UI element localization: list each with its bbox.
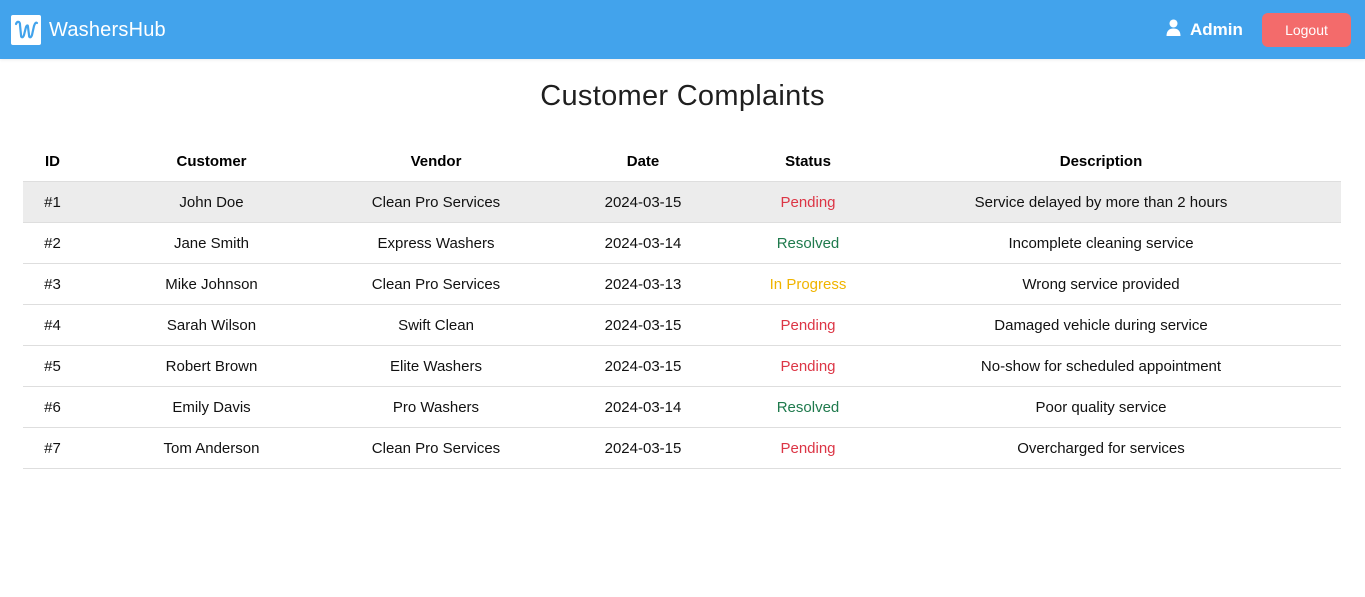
column-header-customer[interactable]: Customer [82,141,341,182]
cell-id: #7 [23,427,82,469]
cell-description: Damaged vehicle during service [861,304,1341,346]
cell-customer: John Doe [82,181,341,223]
table-header-row: ID Customer Vendor Date Status Descripti… [23,141,1341,182]
cell-date: 2024-03-15 [531,427,755,469]
user-icon [1166,19,1181,41]
cell-id: #4 [23,304,82,346]
complaints-table: ID Customer Vendor Date Status Descripti… [23,141,1341,469]
cell-status: Resolved [755,386,861,428]
cell-vendor: Express Washers [341,222,531,264]
cell-customer: Sarah Wilson [82,304,341,346]
cell-description: No-show for scheduled appointment [861,345,1341,387]
cell-status: Pending [755,427,861,469]
brand-name: WashersHub [49,18,166,41]
column-header-date[interactable]: Date [531,141,755,182]
table-body: #1 John Doe Clean Pro Services 2024-03-1… [23,181,1341,469]
column-header-status[interactable]: Status [755,141,861,182]
cell-date: 2024-03-14 [531,222,755,264]
cell-description: Poor quality service [861,386,1341,428]
cell-customer: Jane Smith [82,222,341,264]
cell-status: Resolved [755,222,861,264]
cell-vendor: Clean Pro Services [341,263,531,305]
page-title: Customer Complaints [540,80,825,112]
cell-vendor: Pro Washers [341,386,531,428]
table-row[interactable]: #1 John Doe Clean Pro Services 2024-03-1… [23,181,1341,223]
table-row[interactable]: #2 Jane Smith Express Washers 2024-03-14… [23,222,1341,264]
cell-description: Wrong service provided [861,263,1341,305]
cell-date: 2024-03-13 [531,263,755,305]
table-row[interactable]: #5 Robert Brown Elite Washers 2024-03-15… [23,345,1341,387]
user-menu[interactable]: Admin [1166,19,1243,41]
logout-button[interactable]: Logout [1262,13,1351,47]
brand[interactable]: WashersHub [11,15,166,45]
cell-customer: Emily Davis [82,386,341,428]
cell-description: Overcharged for services [861,427,1341,469]
top-navbar: WashersHub Admin Logout [0,0,1365,59]
cell-vendor: Elite Washers [341,345,531,387]
cell-id: #2 [23,222,82,264]
cell-date: 2024-03-14 [531,386,755,428]
cell-id: #6 [23,386,82,428]
cell-description: Incomplete cleaning service [861,222,1341,264]
cell-description: Service delayed by more than 2 hours [861,181,1341,223]
table-header: ID Customer Vendor Date Status Descripti… [23,141,1341,182]
cell-customer: Robert Brown [82,345,341,387]
cell-vendor: Clean Pro Services [341,427,531,469]
table-row[interactable]: #4 Sarah Wilson Swift Clean 2024-03-15 P… [23,304,1341,346]
cell-status: Pending [755,345,861,387]
cell-status: Pending [755,304,861,346]
table-row[interactable]: #7 Tom Anderson Clean Pro Services 2024-… [23,427,1341,469]
cell-date: 2024-03-15 [531,345,755,387]
cell-id: #1 [23,181,82,223]
cell-status: In Progress [755,263,861,305]
cell-id: #3 [23,263,82,305]
table-row[interactable]: #6 Emily Davis Pro Washers 2024-03-14 Re… [23,386,1341,428]
table-row[interactable]: #3 Mike Johnson Clean Pro Services 2024-… [23,263,1341,305]
cell-vendor: Swift Clean [341,304,531,346]
brand-logo-icon [11,15,41,45]
user-label: Admin [1190,20,1243,39]
column-header-vendor[interactable]: Vendor [341,141,531,182]
cell-customer: Tom Anderson [82,427,341,469]
column-header-id[interactable]: ID [23,141,82,182]
cell-id: #5 [23,345,82,387]
column-header-description[interactable]: Description [861,141,1341,182]
cell-date: 2024-03-15 [531,304,755,346]
cell-date: 2024-03-15 [531,181,755,223]
cell-customer: Mike Johnson [82,263,341,305]
cell-status: Pending [755,181,861,223]
cell-vendor: Clean Pro Services [341,181,531,223]
